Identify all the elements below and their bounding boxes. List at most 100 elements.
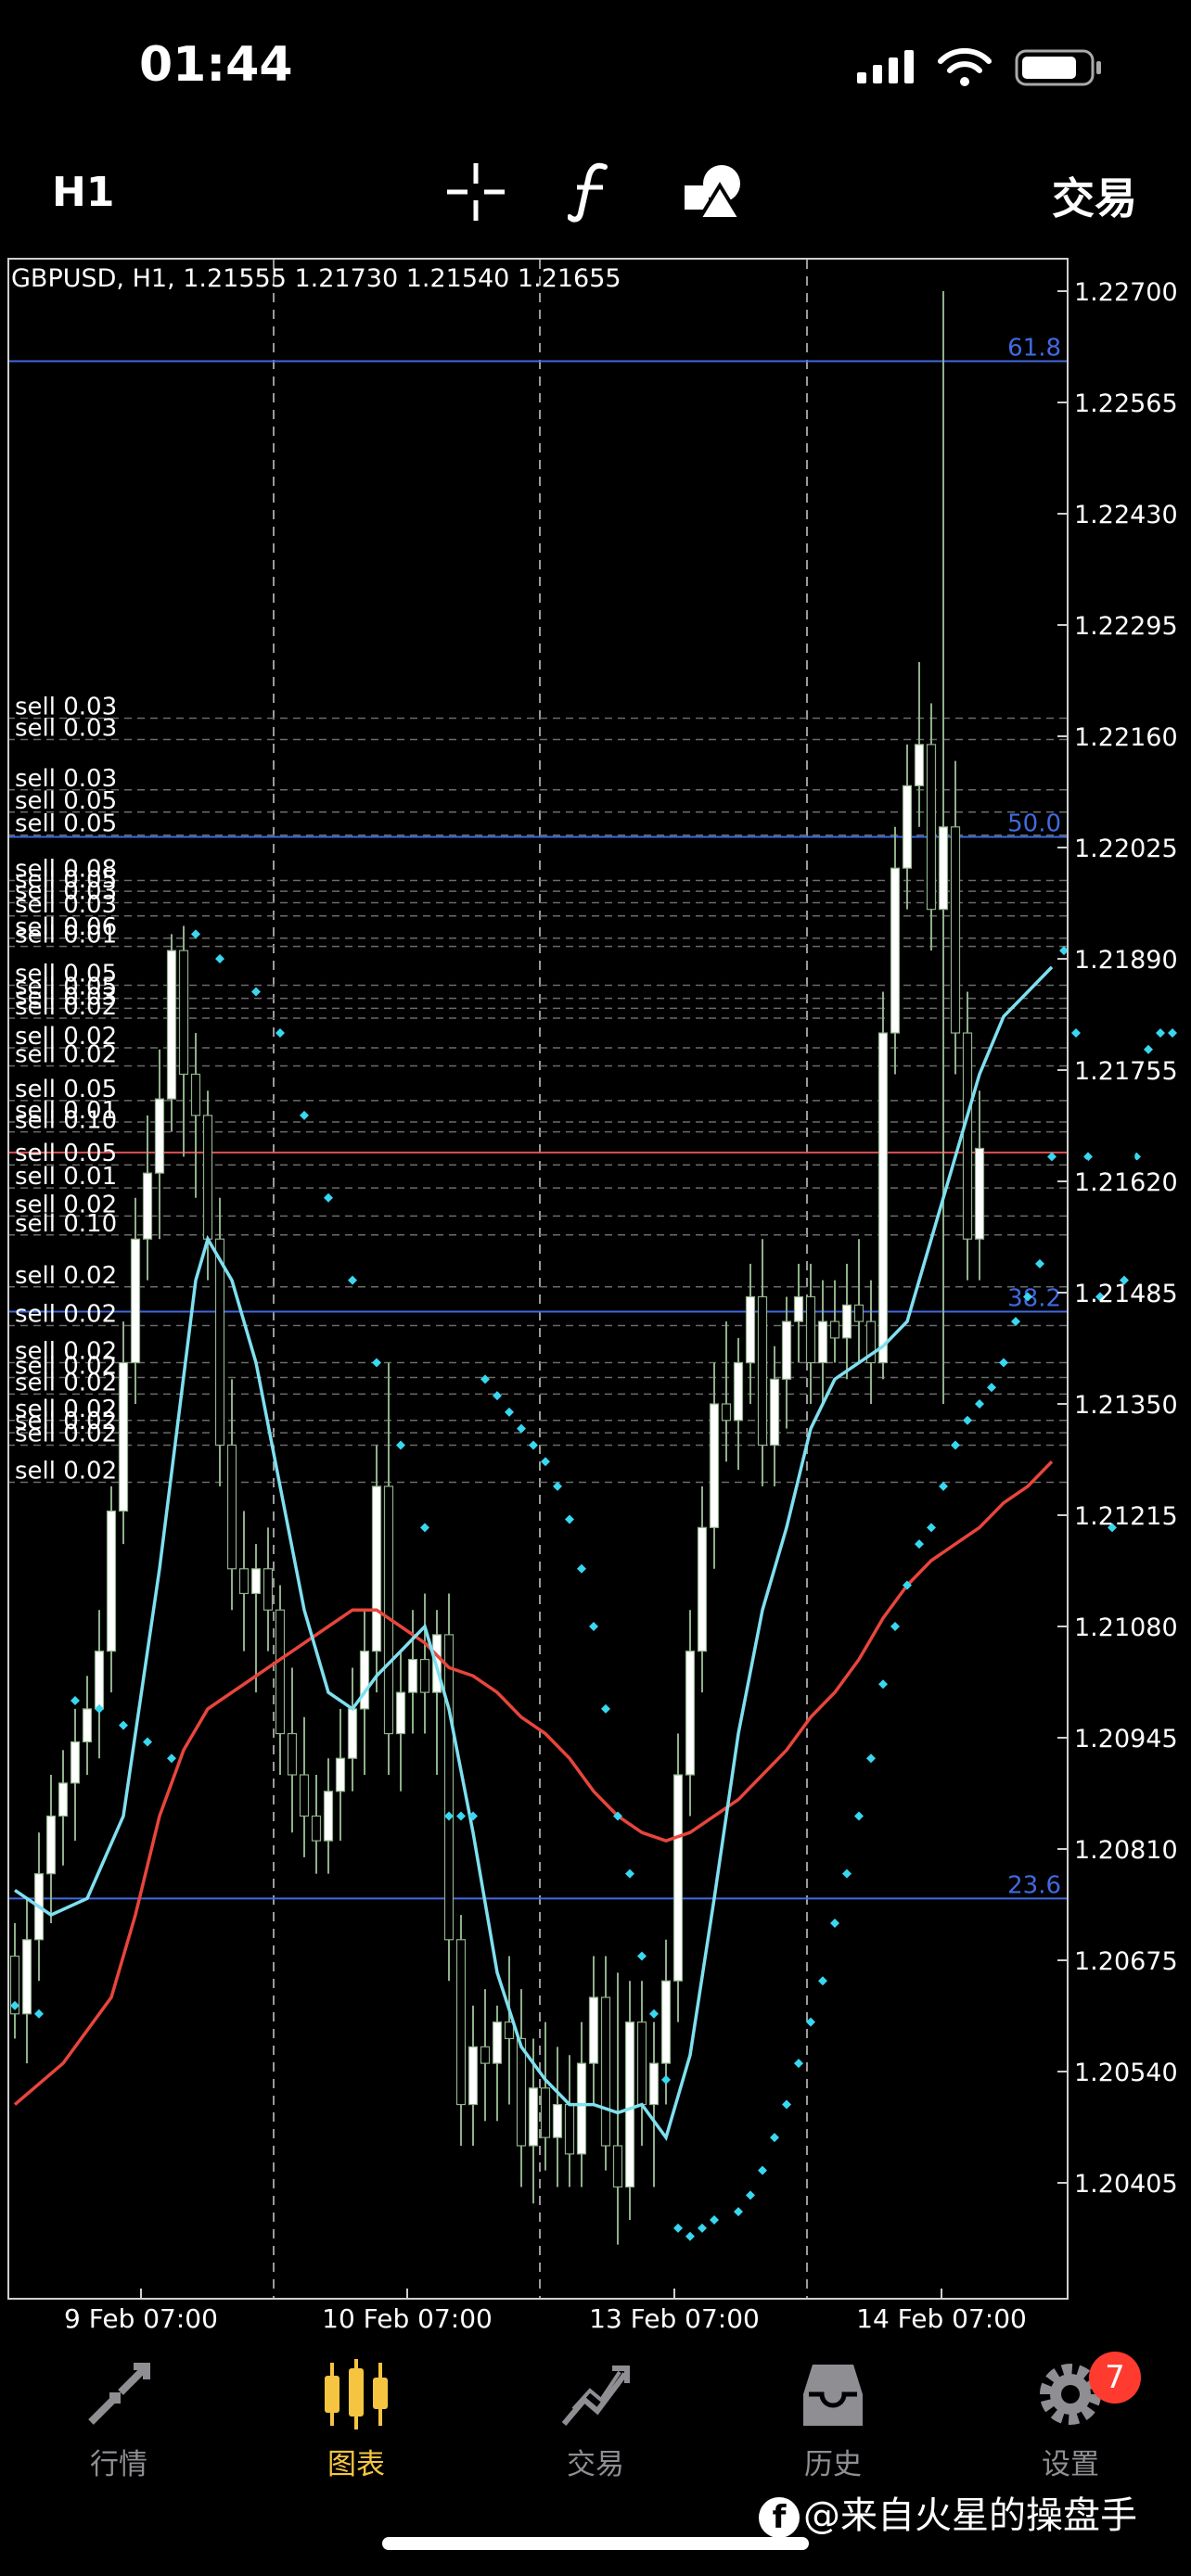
price-label: 1.20810 [1074,1836,1178,1865]
time-label: 14 Feb 07:00 [856,2303,1027,2334]
candle-body [745,1295,756,1364]
candle-body [672,1774,684,1982]
order-label: sell 0.02 [15,1369,117,1396]
time-label: 13 Feb 07:00 [589,2303,760,2334]
sar-dot [456,1811,466,1821]
tab-trade[interactable]: 交易 [521,2337,670,2481]
sar-dot [878,1679,888,1690]
sar-dot [517,1423,526,1434]
sar-dot [565,1514,574,1524]
candle-body [299,1774,310,1817]
order-label: sell 0.02 [15,1457,117,1485]
sar-dot [396,1440,405,1450]
fib-label: 38.2 [1007,1284,1061,1312]
candle-body [781,1320,792,1380]
candle-body [250,1568,262,1595]
tab-label: 历史 [804,2448,862,2481]
sar-dot [649,2009,659,2019]
sar-dot [866,1753,876,1764]
candle-body [154,1098,165,1174]
history-inbox-icon [803,2365,863,2426]
sar-dot [673,2223,683,2233]
fast-moving-average-line [14,965,1054,2141]
sar-dot [734,2207,743,2217]
candle-body [214,1238,225,1447]
candle-body [576,2062,587,2155]
candle-body [190,1073,201,1116]
sar-dot [818,1976,827,1986]
candle-body [853,1304,864,1322]
tab-quotes[interactable]: 行情 [45,2337,193,2481]
sar-dot [251,987,261,997]
tab-chart[interactable]: 图表 [282,2337,430,2481]
sar-dot [999,1358,1008,1368]
home-indicator[interactable] [382,2537,809,2550]
price-label: 1.21350 [1074,1391,1178,1420]
sar-dot [710,2215,719,2225]
sar-dot [1156,1028,1165,1038]
sar-dot [746,2190,755,2200]
sar-dot [963,1415,972,1425]
price-label: 1.22025 [1074,835,1178,863]
trade-trend-icon [561,2366,630,2426]
sar-dot [480,1374,490,1384]
objects-icon[interactable] [683,161,746,223]
price-label: 1.20945 [1074,1725,1178,1753]
tab-label: 行情 [90,2448,147,2481]
timeframe-button[interactable]: H1 [52,169,114,216]
sar-dot [1168,1028,1177,1038]
order-label: sell 0.01 [15,1163,117,1191]
candle-body [877,1032,889,1364]
price-label: 1.21080 [1074,1613,1178,1642]
tab-label: 设置 [1042,2448,1099,2481]
sar-dot [1071,1028,1081,1038]
current-price-label: 1.21655 [1074,1140,1178,1168]
sar-dot [300,1110,309,1120]
price-chart[interactable]: 61.8 50.0 38.2 23.6 sell 0.03 sell 0.03 sell … [7,258,1191,2334]
sar-dot [601,1703,610,1714]
candle-body [938,826,949,911]
watermark-text: @来自火星的操盘手 [803,2494,1137,2537]
candle-body [841,1304,852,1339]
candle-body [636,2021,647,2106]
candle-body [455,1939,467,2106]
candle-body [58,1782,69,1817]
sar-dot [1011,1317,1020,1327]
sar-dot [372,1358,381,1368]
candle-body [492,2021,503,2064]
sar-dot [505,1407,514,1417]
trade-button[interactable]: 交易 [1052,165,1137,226]
chart-canvas[interactable]: 61.850.038.223.6 sell 0.03sell 0.03sell … [7,258,1191,2334]
candle-body [106,1510,117,1652]
order-label: sell 0.02 [15,1301,117,1329]
price-label: 1.22295 [1074,612,1178,641]
order-label: sell 0.02 [15,1420,117,1447]
candle-body [94,1651,105,1710]
candle-body [275,1609,286,1735]
sar-dot [589,1622,598,1631]
crosshair-icon[interactable] [445,161,506,223]
price-label: 1.22700 [1074,278,1178,307]
candle-body [721,1403,732,1422]
sar-dot [890,1622,900,1631]
sar-dot [927,1523,936,1533]
candle-body [962,1032,973,1240]
sar-dot [119,1720,128,1730]
sar-dot [191,929,200,939]
order-label: sell 0.02 [15,1041,117,1069]
sar-dot [758,2165,767,2175]
sar-dot [842,1868,852,1879]
price-label: 1.21620 [1074,1168,1178,1197]
candle-body [419,1658,430,1693]
candle-body [624,2021,635,2188]
order-label: sell 0.02 [15,1262,117,1290]
candle-body [612,2145,623,2188]
fibonacci-levels: 61.8 50.0 38.2 23.6 [7,335,1067,1899]
sar-dot [987,1383,996,1393]
tab-history[interactable]: 历史 [759,2337,907,2481]
function-icon[interactable] [568,161,614,223]
candle-body [359,1651,370,1710]
candle-body [82,1708,93,1743]
candle-body [697,1526,708,1652]
sar-dot [782,2099,791,2110]
